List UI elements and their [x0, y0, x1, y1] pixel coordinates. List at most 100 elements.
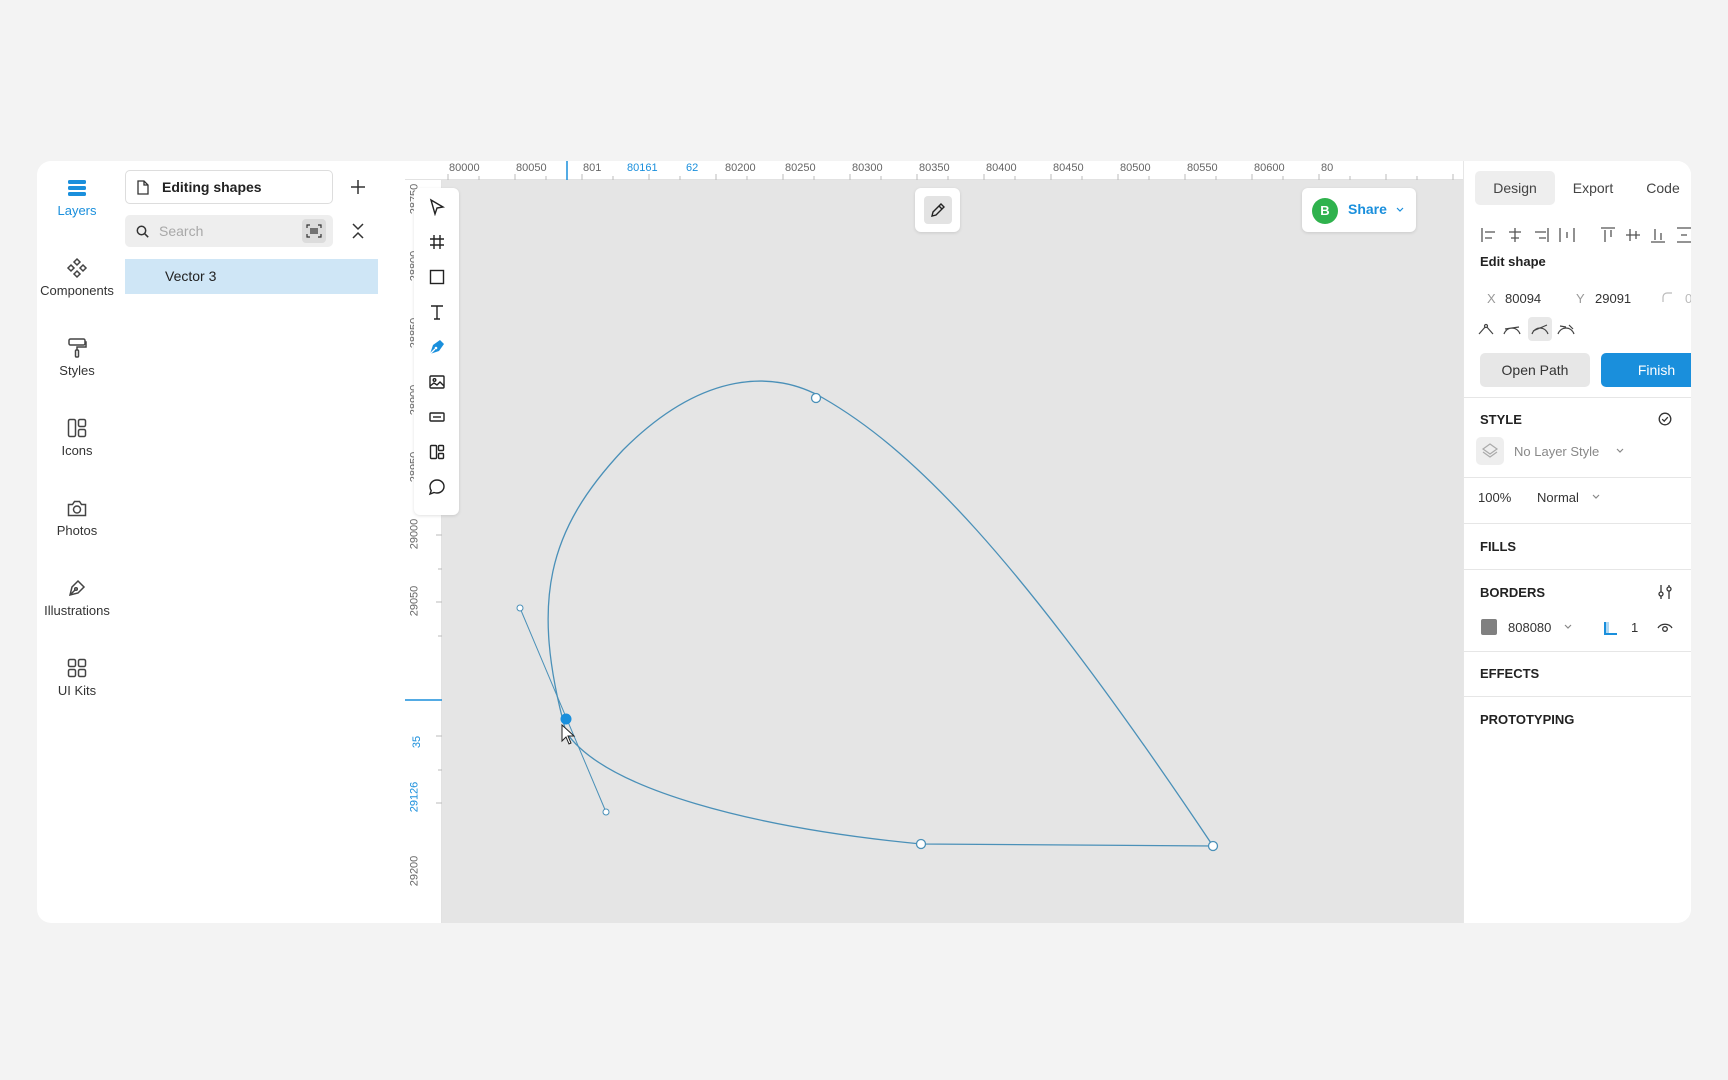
ruler-label: 80 — [1321, 162, 1334, 174]
collapse-all-button[interactable] — [346, 219, 370, 243]
borders-section-title: BORDERS — [1480, 585, 1546, 600]
distribute-h-icon — [1559, 228, 1575, 242]
text-tool[interactable] — [414, 295, 459, 329]
add-fill-button[interactable] — [1688, 536, 1691, 556]
edit-mode-button[interactable] — [915, 188, 960, 232]
document-title: Editing shapes — [162, 179, 262, 195]
share-button[interactable]: B Share — [1302, 188, 1416, 232]
move-tool[interactable] — [414, 190, 459, 224]
tab-export[interactable]: Export — [1560, 171, 1626, 205]
rail-item-styles[interactable]: Styles — [37, 337, 117, 378]
control-handle-point — [602, 808, 610, 816]
anchor-point — [1207, 840, 1219, 852]
rail-item-layers[interactable]: Layers — [37, 177, 117, 218]
border-color-swatch[interactable] — [1481, 619, 1497, 635]
rail-item-icons[interactable]: Icons — [37, 417, 117, 458]
layer-search[interactable] — [125, 215, 333, 247]
x-label: X — [1487, 291, 1496, 306]
chevron-down-icon — [1592, 494, 1600, 499]
x-field[interactable]: 80094 — [1505, 291, 1541, 306]
align-right-icon — [1535, 228, 1549, 242]
delete-border-button[interactable] — [1688, 618, 1691, 638]
layer-style-dropdown[interactable]: No Layer Style — [1514, 444, 1599, 459]
chevron-down-icon — [1616, 448, 1624, 453]
vector-path — [547, 380, 1215, 847]
document-title-box[interactable]: Editing shapes — [125, 170, 333, 204]
grid-icon — [67, 658, 87, 678]
assets-tool[interactable] — [414, 435, 459, 469]
rail-item-photos[interactable]: Photos — [37, 497, 117, 538]
image-icon — [428, 375, 445, 389]
add-border-button[interactable] — [1688, 582, 1691, 602]
border-settings-button[interactable] — [1655, 582, 1675, 602]
tool-palette — [414, 188, 459, 515]
ruler-label: 801 — [583, 162, 602, 174]
cursor-arrow-icon — [429, 198, 445, 216]
y-field[interactable]: 29091 — [1595, 291, 1631, 306]
collapse-icon — [352, 223, 364, 239]
filter-button[interactable] — [302, 219, 326, 243]
opacity-field[interactable]: 100% — [1478, 490, 1511, 505]
effects-section-title: EFFECTS — [1480, 666, 1540, 681]
prototyping-section-title: PROTOTYPING — [1480, 712, 1575, 727]
finish-button[interactable]: Finish — [1601, 353, 1691, 387]
sliders-icon — [1658, 585, 1672, 599]
divider — [1464, 397, 1691, 398]
rail-label-layers: Layers — [57, 203, 97, 218]
rail-item-ui-kits[interactable]: UI Kits — [37, 657, 117, 698]
open-path-button[interactable]: Open Path — [1480, 353, 1590, 387]
comment-tool[interactable] — [414, 470, 459, 504]
pen-tool[interactable] — [414, 330, 459, 364]
blend-mode-dropdown[interactable]: Normal — [1537, 490, 1579, 505]
tab-design[interactable]: Design — [1475, 171, 1555, 205]
frame-tool[interactable] — [414, 225, 459, 259]
rail-item-illustrations[interactable]: Illustrations — [37, 577, 117, 618]
ruler-label: 80200 — [725, 162, 756, 174]
components-icon — [66, 257, 88, 279]
point-disconnected-icon — [1557, 324, 1575, 335]
divider — [1464, 523, 1691, 524]
ruler-label: 80600 — [1254, 162, 1285, 174]
vector-path-editor[interactable] — [405, 180, 1463, 923]
layer-row-vector-3[interactable]: Vector 3 — [125, 259, 378, 294]
layers-panel: Editing shapes Vector 3 — [117, 161, 415, 923]
alignment-toolbar — [1480, 225, 1691, 245]
add-page-button[interactable] — [346, 175, 370, 199]
camera-icon — [67, 500, 87, 517]
add-effect-button[interactable] — [1688, 663, 1691, 683]
image-tool[interactable] — [414, 365, 459, 399]
corner-radius-field[interactable]: 0 — [1685, 291, 1691, 306]
point-disconnected-button[interactable] — [1556, 319, 1576, 339]
canvas[interactable] — [405, 180, 1463, 923]
search-input[interactable] — [159, 221, 289, 241]
fills-section-title: FILLS — [1480, 539, 1517, 554]
edit-shape-title: Edit shape — [1480, 254, 1546, 269]
border-width-field[interactable]: 1 — [1631, 620, 1638, 635]
align-top-icon — [1601, 227, 1615, 242]
add-style-button[interactable] — [1688, 409, 1691, 429]
border-position-button[interactable] — [1601, 618, 1621, 638]
anchor-point — [915, 838, 927, 850]
detach-style-button[interactable] — [1655, 409, 1675, 429]
point-straight-button[interactable] — [1476, 319, 1496, 339]
ruler-label-current: 80161 — [627, 162, 658, 174]
tab-code[interactable]: Code — [1638, 171, 1688, 205]
input-box-icon — [428, 412, 445, 422]
border-visibility-toggle[interactable] — [1655, 618, 1675, 638]
ruler-label: 80500 — [1120, 162, 1151, 174]
control-handle-point — [516, 604, 524, 612]
border-color-hex[interactable]: 808080 — [1508, 620, 1551, 635]
layer-name: Vector 3 — [165, 268, 217, 284]
ruler-label-current: 35 — [411, 735, 424, 749]
point-mirrored-button[interactable] — [1502, 319, 1522, 339]
rectangle-tool[interactable] — [414, 260, 459, 294]
point-asymmetric-button[interactable] — [1528, 317, 1552, 341]
rail-item-components[interactable]: Components — [37, 257, 117, 298]
add-prototype-button[interactable] — [1688, 709, 1691, 729]
ruler-label: 80450 — [1053, 162, 1084, 174]
divider — [1464, 477, 1691, 478]
component-tool[interactable] — [414, 400, 459, 434]
text-icon — [430, 305, 443, 320]
ruler-label: 29000 — [408, 518, 421, 550]
rail-label-icons: Icons — [61, 443, 93, 458]
